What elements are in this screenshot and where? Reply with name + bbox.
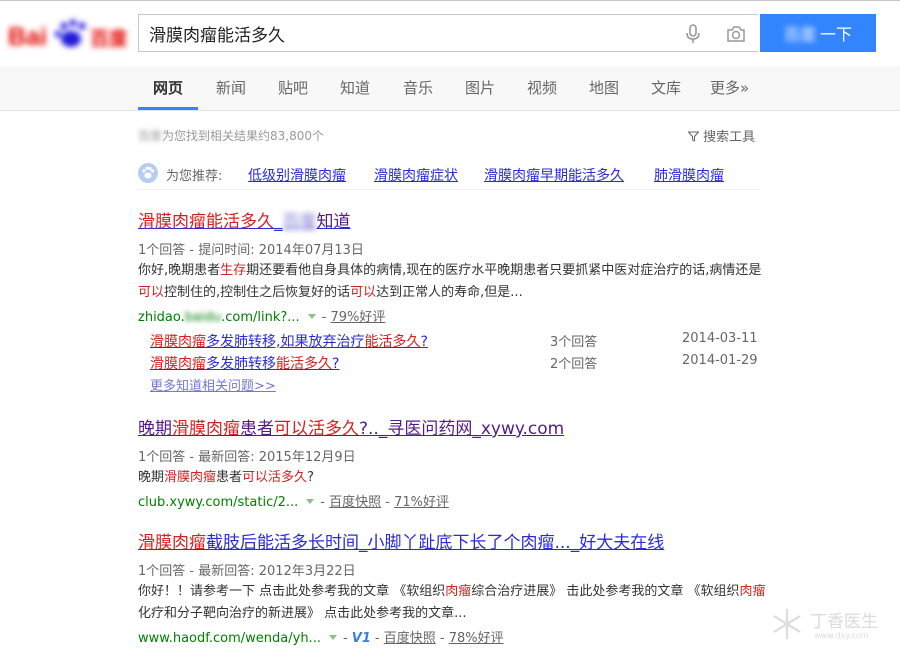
recommend-link[interactable]: 滑膜肉瘤症状	[374, 165, 458, 185]
tab-tieba[interactable]: 贴吧	[278, 77, 308, 98]
nav-bar: 网页 新闻 贴吧 知道 音乐 图片 视频 地图 文库 更多»	[0, 66, 900, 111]
dropdown-caret-icon[interactable]	[306, 499, 315, 504]
result-abstract: 你好,晚期患者生存期还要看他自身具体的病情,现在的医疗水平晚期患者只要抓紧中医对…	[138, 263, 762, 300]
svg-text:百度: 百度	[90, 27, 126, 50]
snapshot-link[interactable]: 百度快照	[329, 495, 381, 510]
answer-date: 2014-03-11	[682, 331, 758, 346]
result-meta: 1个回答 - 最新回答: 2012年3月22日	[138, 564, 356, 579]
recommend-link[interactable]: 肺滑膜肉瘤	[654, 165, 724, 185]
more-questions-link[interactable]: 更多知道相关问题>>	[150, 375, 768, 394]
rating-link[interactable]: 79%好评	[331, 310, 386, 325]
snapshot-link[interactable]: 百度快照	[384, 631, 436, 646]
tab-video[interactable]: 视频	[527, 77, 557, 98]
tab-more[interactable]: 更多»	[710, 77, 749, 98]
watermark-text: 丁香医生	[810, 612, 878, 632]
blurred-text: baidu	[184, 310, 222, 325]
result-title-link[interactable]: 滑膜肉瘤截肢后能活多长时间_小脚丫趾底下长了个肉瘤..._好大夫在线	[138, 528, 768, 553]
rating-link[interactable]: 78%好评	[449, 631, 504, 646]
sub-result-row: 滑膜肉瘤多发肺转移,如果放弃治疗能活多久? 3个回答 2014-03-11	[138, 331, 768, 353]
result-meta: 1个回答 - 最新回答: 2015年12月9日	[138, 450, 356, 465]
blurred-text: 百度	[282, 212, 317, 232]
recommend-link[interactable]: 滑膜肉瘤早期能活多久	[484, 165, 624, 185]
search-button[interactable]: 百度 一下	[760, 14, 876, 52]
tab-wenku[interactable]: 文库	[651, 77, 681, 98]
baidu-logo[interactable]: Bai 百度	[8, 18, 129, 52]
result-stats: 百度为您找到相关结果约83,800个	[138, 127, 324, 144]
result-title-link[interactable]: 晚期滑膜肉瘤患者可以活多久?.._寻医问药网_xywy.com	[138, 414, 768, 439]
tab-news[interactable]: 新闻	[216, 77, 246, 98]
stats-text: 为您找到相关结果约83,800个	[162, 129, 325, 143]
recommend-link[interactable]: 低级别滑膜肉瘤	[248, 165, 346, 185]
result-url: www.haodf.com/wenda/yh... - V1- 百度快照 - 78…	[138, 631, 504, 646]
result-title-link[interactable]: 滑膜肉瘤能活多久_百度知道	[138, 207, 768, 232]
tab-images[interactable]: 图片	[465, 77, 495, 98]
microphone-icon[interactable]	[682, 23, 704, 45]
svg-text:Bai: Bai	[8, 23, 47, 51]
answer-count: 3个回答	[550, 335, 598, 350]
recommend-label: 为您推荐:	[166, 169, 223, 184]
tab-map[interactable]: 地图	[589, 77, 619, 98]
recommend-bar: 为您推荐: 低级别滑膜肉瘤 滑膜肉瘤症状 滑膜肉瘤早期能活多久 肺滑膜肉瘤	[138, 163, 760, 190]
rating-link[interactable]: 71%好评	[394, 495, 449, 510]
active-tab-indicator	[138, 107, 198, 110]
result-abstract: 你好！！请参考一下 点击此处参考我的文章 《软组织肉瘤综合治疗进展》 击此处参考…	[138, 584, 766, 621]
tab-music[interactable]: 音乐	[403, 77, 433, 98]
search-result: 滑膜肉瘤能活多久_百度知道 1个回答 - 提问时间: 2014年07月13日 你…	[138, 207, 768, 394]
result-abstract: 晚期滑膜肉瘤患者可以活多久?	[138, 470, 314, 485]
dxy-watermark: 丁香医生 www.dxy.com	[766, 603, 896, 647]
stats-blurred-prefix: 百度	[138, 129, 163, 143]
top-border	[0, 0, 900, 1]
search-box	[138, 14, 758, 52]
search-result: 滑膜肉瘤截肢后能活多长时间_小脚丫趾底下长了个肉瘤..._好大夫在线 1个回答 …	[138, 528, 768, 646]
sub-result-link[interactable]: 滑膜肉瘤多发肺转移,如果放弃治疗能活多久?	[150, 331, 428, 351]
search-tools-label: 搜索工具	[703, 130, 756, 145]
answer-date: 2014-01-29	[682, 353, 758, 368]
result-meta: 1个回答 - 提问时间: 2014年07月13日	[138, 243, 364, 258]
answer-count: 2个回答	[550, 357, 598, 372]
sub-result-link[interactable]: 滑膜肉瘤多发肺转移能活多久?	[150, 353, 339, 373]
verified-badge-icon[interactable]: V1	[352, 631, 371, 646]
search-button-label: 一下	[820, 25, 853, 44]
dropdown-caret-icon[interactable]	[307, 314, 316, 319]
search-tools-button[interactable]: 搜索工具	[687, 126, 756, 145]
camera-icon[interactable]	[725, 23, 747, 45]
search-input[interactable]	[149, 15, 669, 51]
search-button-blurred-text: 百度	[783, 25, 816, 44]
filter-icon	[687, 130, 703, 145]
sub-result-row: 滑膜肉瘤多发肺转移能活多久? 2个回答 2014-01-29	[138, 353, 768, 375]
snowflake-icon	[770, 607, 804, 645]
paw-icon	[138, 163, 158, 187]
watermark-url: www.dxy.com	[814, 631, 869, 640]
dropdown-caret-icon[interactable]	[328, 635, 337, 640]
tab-web[interactable]: 网页	[153, 77, 183, 98]
tab-zhidao[interactable]: 知道	[340, 77, 370, 98]
sub-results: 滑膜肉瘤多发肺转移,如果放弃治疗能活多久? 3个回答 2014-03-11 滑膜…	[138, 331, 768, 394]
search-result: 晚期滑膜肉瘤患者可以活多久?.._寻医问药网_xywy.com 1个回答 - 最…	[138, 414, 768, 510]
result-url: club.xywy.com/static/2... - 百度快照 - 71%好评	[138, 495, 449, 510]
result-url: zhidao.baidu.com/link?... - 79%好评	[138, 310, 386, 325]
